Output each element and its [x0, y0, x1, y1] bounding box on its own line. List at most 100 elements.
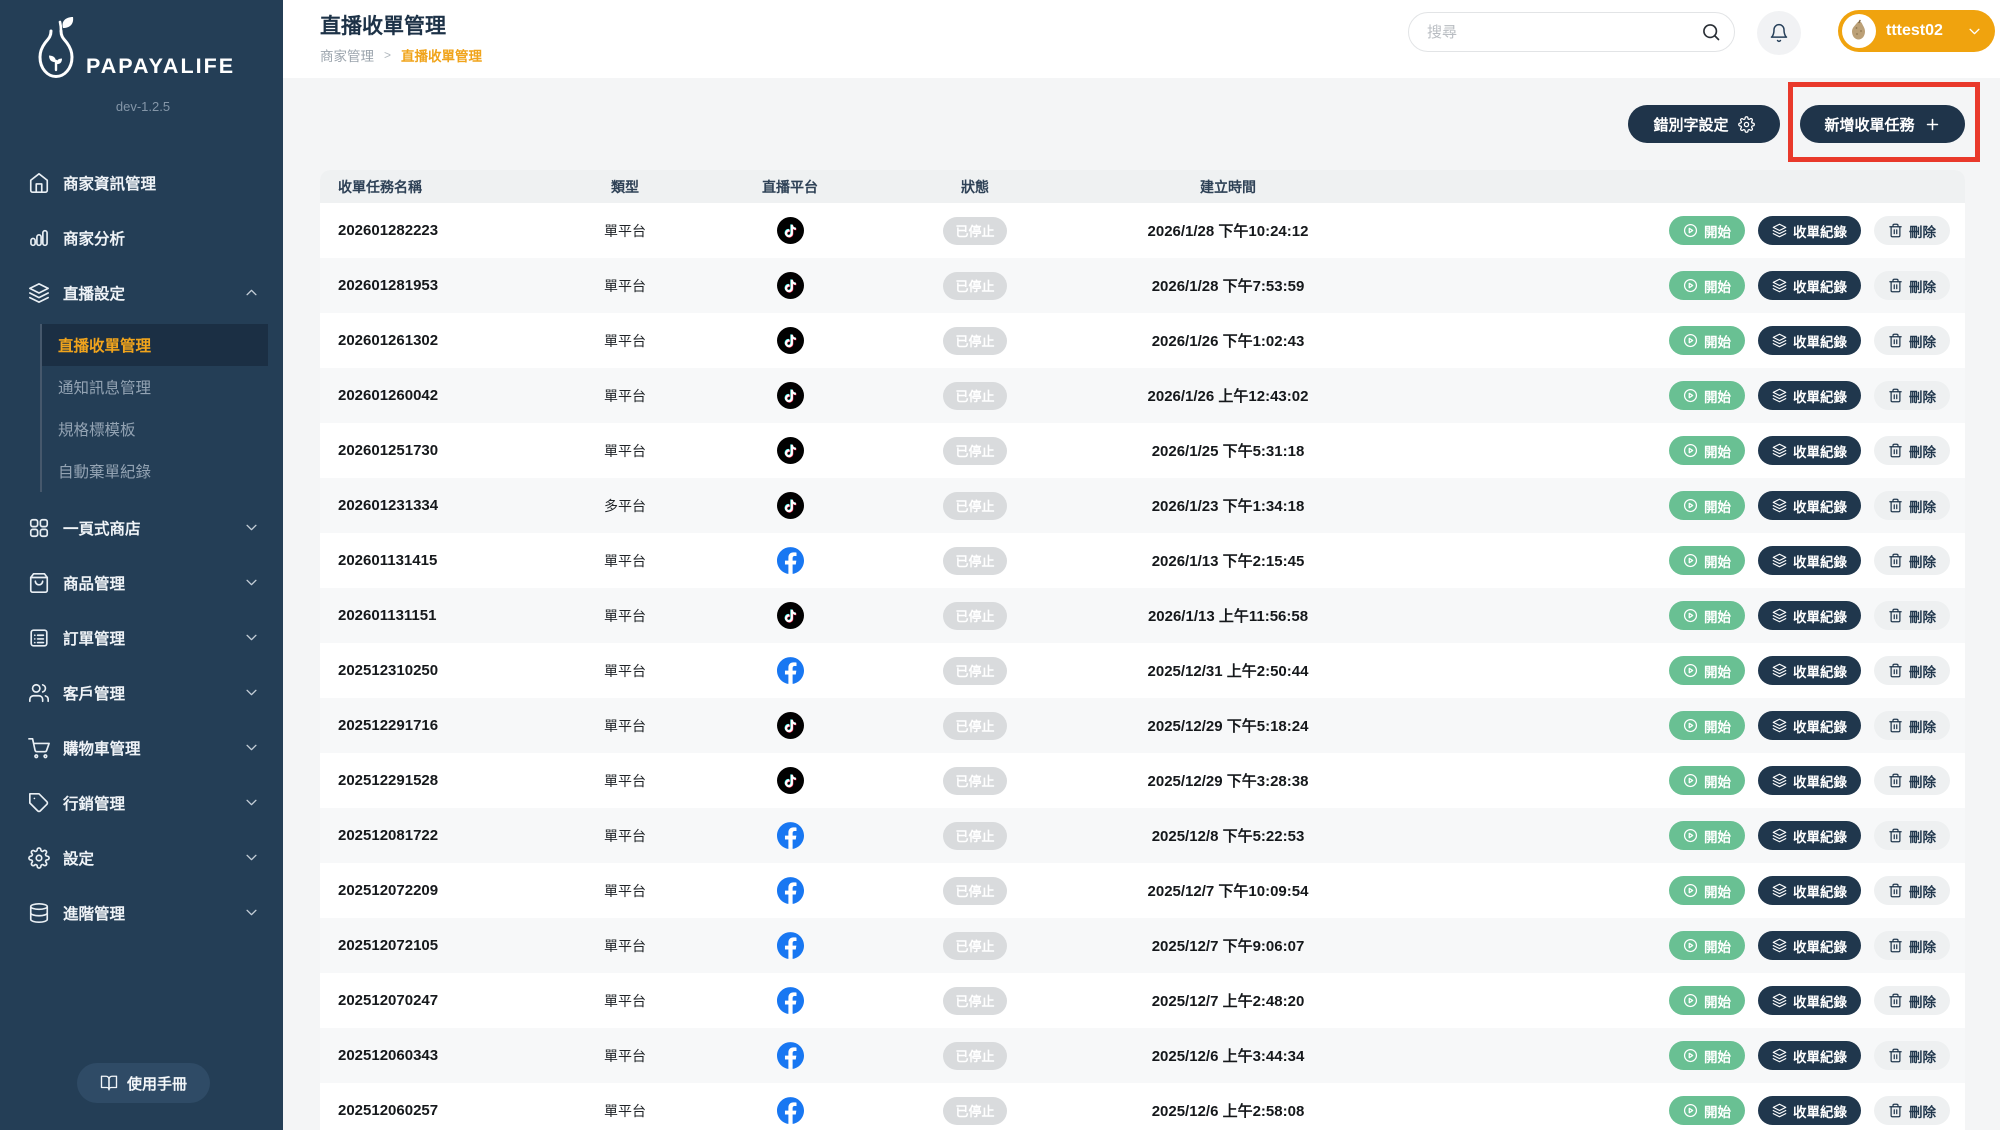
table-row: 202512081722 單平台 已停止 2025/12/8 下午5:22:53…	[320, 808, 1965, 863]
delete-button[interactable]: 刪除	[1874, 436, 1950, 465]
sidebar-item[interactable]: 商家資訊管理	[0, 155, 283, 210]
layers-icon	[1772, 1048, 1787, 1063]
delete-button[interactable]: 刪除	[1874, 876, 1950, 905]
delete-button[interactable]: 刪除	[1874, 766, 1950, 795]
sidebar-item[interactable]: 客戶管理	[0, 665, 283, 720]
search-input[interactable]	[1409, 13, 1734, 51]
start-button[interactable]: 開始	[1669, 986, 1745, 1015]
records-button[interactable]: 收單紀錄	[1758, 601, 1861, 630]
task-type: 單平台	[580, 1046, 670, 1066]
records-button[interactable]: 收單紀錄	[1758, 271, 1861, 300]
user-menu[interactable]: tttest02	[1838, 10, 1995, 52]
trash-icon	[1888, 1103, 1903, 1118]
records-button[interactable]: 收單紀錄	[1758, 931, 1861, 960]
records-button[interactable]: 收單紀錄	[1758, 1041, 1861, 1070]
sidebar-subitem[interactable]: 自動棄單紀錄	[42, 450, 268, 492]
records-button[interactable]: 收單紀錄	[1758, 436, 1861, 465]
start-button[interactable]: 開始	[1669, 711, 1745, 740]
task-name: 202601231334	[320, 497, 580, 514]
facebook-icon	[777, 1042, 804, 1069]
sidebar-item-label: 商品管理	[63, 572, 125, 594]
sidebar-subitem[interactable]: 直播收單管理	[42, 324, 268, 366]
sidebar-item-icon	[28, 737, 50, 759]
add-task-button[interactable]: 新增收單任務	[1800, 105, 1965, 143]
trash-icon	[1888, 223, 1903, 238]
delete-button[interactable]: 刪除	[1874, 271, 1950, 300]
start-button[interactable]: 開始	[1669, 1096, 1745, 1125]
search-icon[interactable]	[1701, 22, 1721, 42]
sidebar-item[interactable]: 進階管理	[0, 885, 283, 940]
records-button[interactable]: 收單紀錄	[1758, 656, 1861, 685]
logo-leaf	[62, 17, 73, 28]
records-button[interactable]: 收單紀錄	[1758, 1096, 1861, 1125]
records-button[interactable]: 收單紀錄	[1758, 876, 1861, 905]
records-button[interactable]: 收單紀錄	[1758, 986, 1861, 1015]
delete-button[interactable]: 刪除	[1874, 381, 1950, 410]
delete-button[interactable]: 刪除	[1874, 1096, 1950, 1125]
sidebar-item[interactable]: 直播設定	[0, 265, 283, 320]
delete-button[interactable]: 刪除	[1874, 711, 1950, 740]
user-manual-button[interactable]: 使用手冊	[77, 1063, 210, 1103]
breadcrumb-parent[interactable]: 商家管理	[320, 45, 374, 65]
start-button[interactable]: 開始	[1669, 546, 1745, 575]
created-time: 2026/1/25 下午5:31:18	[1040, 440, 1416, 461]
typo-settings-button[interactable]: 錯別字設定	[1628, 105, 1780, 143]
records-button[interactable]: 收單紀錄	[1758, 711, 1861, 740]
start-button[interactable]: 開始	[1669, 821, 1745, 850]
sidebar-item[interactable]: 一頁式商店	[0, 500, 283, 555]
delete-button[interactable]: 刪除	[1874, 491, 1950, 520]
records-button[interactable]: 收單紀錄	[1758, 821, 1861, 850]
delete-button[interactable]: 刪除	[1874, 546, 1950, 575]
delete-button[interactable]: 刪除	[1874, 216, 1950, 245]
records-button[interactable]: 收單紀錄	[1758, 491, 1861, 520]
delete-button[interactable]: 刪除	[1874, 326, 1950, 355]
records-button[interactable]: 收單紀錄	[1758, 766, 1861, 795]
sidebar-item[interactable]: 商品管理	[0, 555, 283, 610]
status-badge: 已停止	[943, 437, 1007, 465]
chevron-icon	[244, 520, 259, 535]
trash-icon	[1888, 938, 1903, 953]
start-button[interactable]: 開始	[1669, 491, 1745, 520]
start-button[interactable]: 開始	[1669, 601, 1745, 630]
delete-button[interactable]: 刪除	[1874, 931, 1950, 960]
layers-icon	[1772, 333, 1787, 348]
start-button[interactable]: 開始	[1669, 326, 1745, 355]
sidebar-subitem[interactable]: 規格標模板	[42, 408, 268, 450]
start-button[interactable]: 開始	[1669, 381, 1745, 410]
created-time: 2026/1/13 上午11:56:58	[1040, 605, 1416, 626]
records-button[interactable]: 收單紀錄	[1758, 546, 1861, 575]
created-time: 2025/12/8 下午5:22:53	[1040, 825, 1416, 846]
task-type: 多平台	[580, 496, 670, 516]
play-circle-icon	[1683, 553, 1698, 568]
start-button[interactable]: 開始	[1669, 436, 1745, 465]
records-button[interactable]: 收單紀錄	[1758, 326, 1861, 355]
sidebar-item[interactable]: 行銷管理	[0, 775, 283, 830]
delete-button[interactable]: 刪除	[1874, 1041, 1950, 1070]
sidebar-item[interactable]: 商家分析	[0, 210, 283, 265]
records-button[interactable]: 收單紀錄	[1758, 216, 1861, 245]
start-button[interactable]: 開始	[1669, 656, 1745, 685]
task-name: 202512081722	[320, 827, 580, 844]
records-button[interactable]: 收單紀錄	[1758, 381, 1861, 410]
start-button[interactable]: 開始	[1669, 216, 1745, 245]
start-button[interactable]: 開始	[1669, 931, 1745, 960]
notifications-button[interactable]	[1757, 11, 1801, 55]
column-header-type: 類型	[580, 177, 670, 197]
delete-button[interactable]: 刪除	[1874, 601, 1950, 630]
sidebar-item[interactable]: 設定	[0, 830, 283, 885]
sidebar-subitem[interactable]: 通知訊息管理	[42, 366, 268, 408]
sidebar-item[interactable]: 購物車管理	[0, 720, 283, 775]
play-circle-icon	[1683, 498, 1698, 513]
created-time: 2025/12/29 下午3:28:38	[1040, 770, 1416, 791]
delete-button[interactable]: 刪除	[1874, 986, 1950, 1015]
facebook-icon	[777, 547, 804, 574]
chevron-icon	[244, 905, 259, 920]
table-row: 202512060343 單平台 已停止 2025/12/6 上午3:44:34…	[320, 1028, 1965, 1083]
sidebar-item[interactable]: 訂單管理	[0, 610, 283, 665]
start-button[interactable]: 開始	[1669, 1041, 1745, 1070]
start-button[interactable]: 開始	[1669, 271, 1745, 300]
delete-button[interactable]: 刪除	[1874, 656, 1950, 685]
start-button[interactable]: 開始	[1669, 766, 1745, 795]
start-button[interactable]: 開始	[1669, 876, 1745, 905]
delete-button[interactable]: 刪除	[1874, 821, 1950, 850]
